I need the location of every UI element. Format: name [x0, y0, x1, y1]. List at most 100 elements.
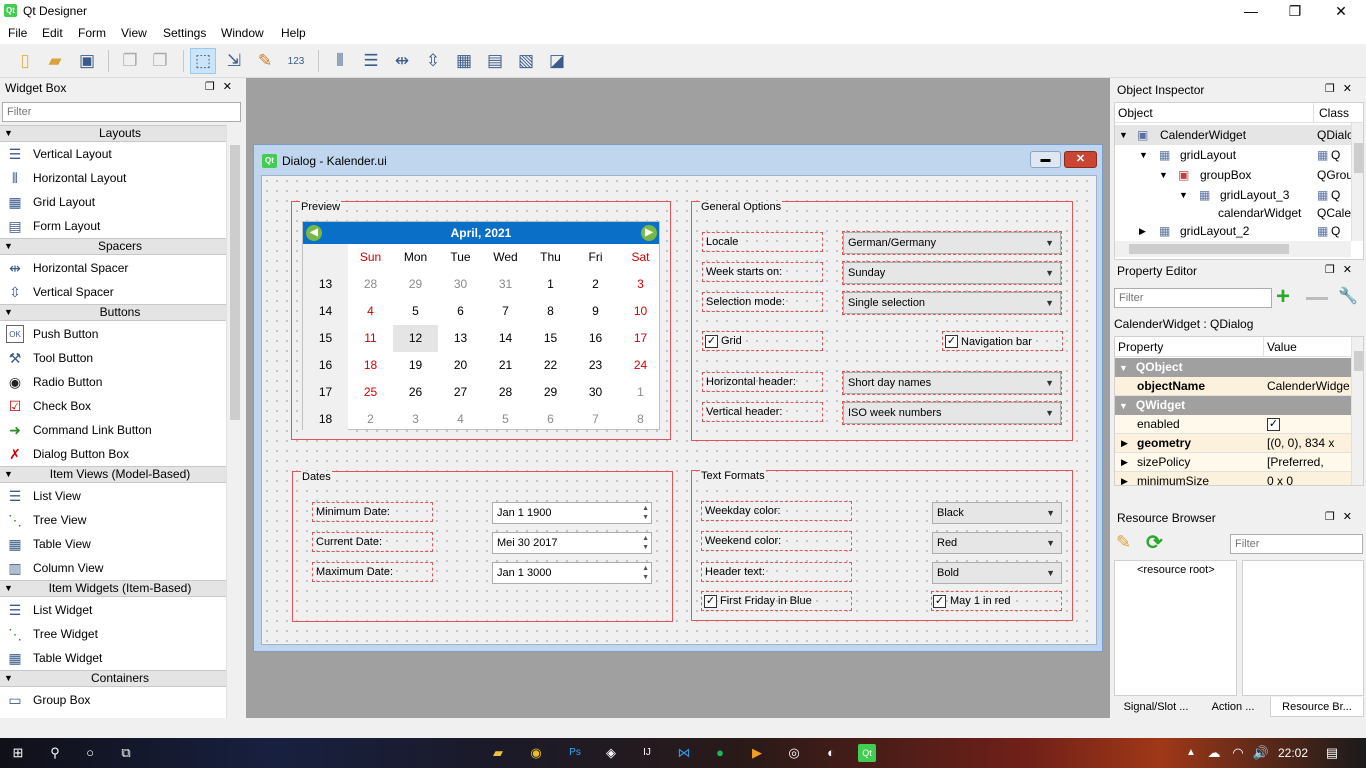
calendar-day[interactable]: 29 [393, 271, 438, 298]
selection-mode-combo[interactable]: Single selection ▼ [843, 292, 1061, 314]
edit-buddies-icon[interactable]: ✎ [252, 48, 278, 74]
edit-resources-icon[interactable]: ✎ [1116, 532, 1131, 553]
calendar-day[interactable]: 4 [348, 298, 393, 325]
widget-vertical-spacer[interactable]: ⇳ Vertical Spacer [0, 280, 226, 304]
dialog-minimize-button[interactable]: ▬ [1030, 151, 1061, 168]
calendar-widget[interactable]: ◀ April, 2021 ▶ Sun Mon Tue Wed Thu Fri Sat 13 2… [302, 221, 663, 433]
tree-row[interactable]: ▼ ▦ gridLayout ▦ Q [1115, 145, 1351, 165]
calendar-day[interactable]: 27 [438, 379, 483, 406]
calendar-day[interactable]: 4 [438, 406, 483, 433]
category-containers[interactable]: ▼ Containers [0, 670, 240, 687]
week-starts-combo[interactable]: Sunday ▼ [843, 262, 1061, 284]
menu-help[interactable]: Help [281, 26, 306, 40]
category-layouts[interactable]: ▼ Layouts [0, 125, 240, 142]
calendar-day[interactable]: 3 [618, 271, 663, 298]
dock-float-close-icon[interactable]: ❐✕ [1325, 263, 1360, 276]
widget-horizontal-spacer[interactable]: ⇹ Horizontal Spacer [0, 256, 226, 280]
notifications-icon[interactable]: ▤ [1323, 744, 1341, 762]
widget-tree-widget[interactable]: ⋱ Tree Widget [0, 622, 226, 646]
tab-action[interactable]: Action ... [1198, 697, 1268, 717]
section-qwidget[interactable]: ▼ QWidget [1115, 396, 1351, 415]
volume-icon[interactable]: 🔊 [1252, 744, 1270, 762]
spotify-icon[interactable]: ● [711, 744, 729, 762]
lay-out-form-icon[interactable]: ▤ [482, 48, 508, 74]
remove-property-icon[interactable] [1306, 297, 1328, 300]
calendar-day[interactable]: 23 [573, 352, 618, 379]
calendar-day[interactable]: 30 [573, 379, 618, 406]
property-row-geometry[interactable]: ▶geometry[(0, 0), 834 x 474 [1115, 434, 1351, 469]
widget-column-view[interactable]: ▥ Column View [0, 556, 226, 580]
intellij-icon[interactable]: IJ [638, 744, 656, 762]
widget-list-view[interactable]: ☰ List View [0, 484, 226, 508]
menu-edit[interactable]: Edit [42, 26, 63, 40]
calendar-day[interactable]: 14 [483, 325, 528, 352]
qt-designer-taskbar-icon[interactable]: Qt [858, 744, 876, 762]
calendar-day[interactable]: 2 [348, 406, 393, 433]
lay-out-grid-icon[interactable]: ▦ [451, 48, 477, 74]
lay-out-vertically-icon[interactable]: ☰ [358, 48, 384, 74]
section-qobject[interactable]: ▼ QObject [1115, 358, 1351, 377]
category-spacers[interactable]: ▼ Spacers [0, 238, 240, 255]
minimize-button[interactable]: — [1228, 0, 1274, 22]
menu-view[interactable]: View [121, 26, 147, 40]
lay-out-vertical-splitter-icon[interactable]: ⇳ [420, 48, 446, 74]
maximize-button[interactable]: ❐ [1272, 0, 1318, 22]
spin-arrows-icon[interactable]: ▲ ▼ [642, 534, 649, 552]
property-row-sizepolicy[interactable]: ▶sizePolicy[Preferred, Pref. [1115, 453, 1351, 485]
new-form-icon[interactable]: ▯ [12, 48, 38, 74]
calendar-day[interactable]: 24 [618, 352, 663, 379]
calendar-day[interactable]: 7 [573, 406, 618, 433]
calendar-day[interactable]: 8 [528, 298, 573, 325]
header-text-combo[interactable]: Bold ▼ [932, 562, 1062, 584]
weekend-color-combo[interactable]: Red ▼ [932, 532, 1062, 554]
widget-group-box[interactable]: ▭ Group Box [0, 688, 226, 712]
lay-out-horizontally-icon[interactable]: ⦀ [327, 48, 353, 74]
paste-icon[interactable]: ❐ [147, 48, 173, 74]
menu-window[interactable]: Window [221, 26, 264, 40]
scrollbar-thumb[interactable] [230, 145, 240, 420]
save-form-icon[interactable]: ▣ [74, 48, 100, 74]
resource-list[interactable] [1242, 560, 1364, 696]
widget-list-scrollbar[interactable] [226, 125, 242, 718]
calendar-day[interactable]: 1 [528, 271, 573, 298]
vscode-icon[interactable]: ⋈ [675, 744, 693, 762]
add-property-icon[interactable]: + [1276, 284, 1290, 310]
resource-tree[interactable]: <resource root> [1114, 560, 1237, 696]
object-tree-hscroll[interactable] [1115, 241, 1351, 257]
resource-filter-input[interactable] [1230, 534, 1363, 554]
app-icon[interactable]: ◈ [602, 744, 620, 762]
search-icon[interactable]: ⚲ [46, 744, 64, 762]
property-table[interactable]: Property Value ▼ QObject objectName Calend… [1114, 336, 1364, 486]
widget-table-view[interactable]: ▦ Table View [0, 532, 226, 556]
tree-row[interactable]: ▼ ▦ gridLayout_3 ▦ Q [1115, 185, 1351, 205]
widget-tool-button[interactable]: ⚒ Tool Button [0, 346, 226, 370]
calendar-day[interactable]: 1 [618, 379, 663, 406]
calendar-day[interactable]: 13 [438, 325, 483, 352]
tab-resource-browser[interactable]: Resource Br... [1270, 697, 1364, 717]
calendar-day[interactable]: 2 [573, 271, 618, 298]
spin-arrows-icon[interactable]: ▲ ▼ [642, 564, 649, 582]
widget-push-button[interactable]: OK Push Button [0, 322, 226, 346]
tree-row[interactable]: ▼ ▣ groupBox QGrou [1115, 165, 1353, 185]
calendar-day[interactable]: 20 [438, 352, 483, 379]
calendar-day[interactable]: 26 [393, 379, 438, 406]
copy-icon[interactable]: ❐ [117, 48, 143, 74]
menu-file[interactable]: File [8, 26, 27, 40]
widget-grid-layout[interactable]: ▦ Grid Layout [0, 190, 226, 214]
property-filter-input[interactable] [1114, 288, 1272, 308]
widget-horizontal-layout[interactable]: ⦀ Horizontal Layout [0, 166, 226, 190]
chrome-icon[interactable]: ◉ [527, 744, 545, 762]
col-property[interactable]: Property [1118, 340, 1163, 354]
calendar-day[interactable]: 9 [573, 298, 618, 325]
break-layout-icon[interactable]: ▧ [513, 48, 539, 74]
calendar-day[interactable]: 25 [348, 379, 393, 406]
calendar-day[interactable]: 6 [528, 406, 573, 433]
file-explorer-icon[interactable]: ▰ [489, 744, 507, 762]
calendar-day[interactable]: 10 [618, 298, 663, 325]
calendar-day[interactable]: 31 [483, 271, 528, 298]
calendar-day[interactable]: 3 [393, 406, 438, 433]
widget-radio-button[interactable]: ◉ Radio Button [0, 370, 226, 394]
object-tree-vscroll[interactable] [1351, 123, 1363, 241]
calendar-day[interactable]: 29 [528, 379, 573, 406]
category-item-widgets[interactable]: ▼ Item Widgets (Item-Based) [0, 580, 240, 597]
